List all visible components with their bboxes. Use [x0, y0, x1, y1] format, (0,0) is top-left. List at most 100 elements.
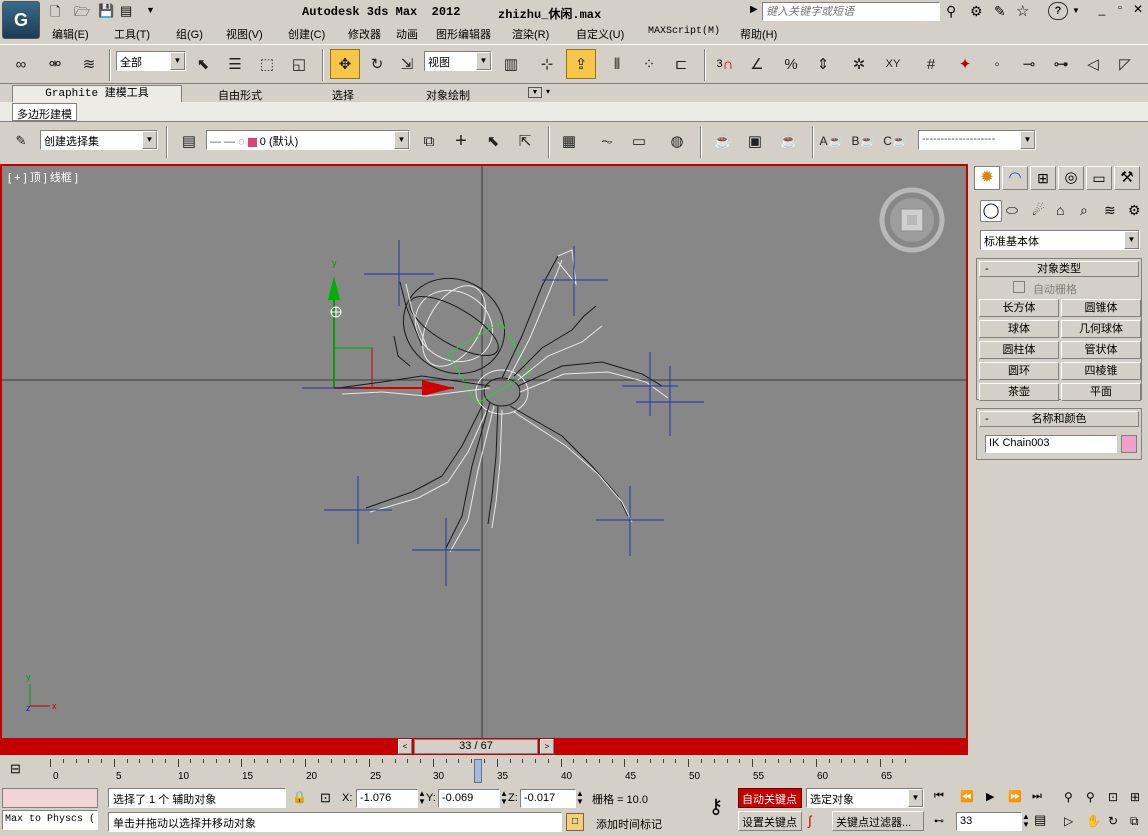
- snap-toggle-icon[interactable]: ✲: [846, 51, 872, 77]
- link-icon[interactable]: ∞: [8, 51, 34, 77]
- menu-edit[interactable]: 编辑(E): [52, 26, 89, 42]
- menu-maxscript[interactable]: MAXScript(M): [648, 26, 720, 37]
- z-spinner-icon[interactable]: ▲ ▼: [576, 790, 584, 806]
- tab-selection[interactable]: 选择: [332, 87, 354, 103]
- cone-button[interactable]: 圆锥体: [1061, 299, 1141, 317]
- snap-3d-icon[interactable]: 3 ∩: [712, 51, 738, 77]
- key-mode-toggle-icon[interactable]: ⊷: [934, 816, 944, 827]
- teapot-button[interactable]: 茶壶: [979, 383, 1059, 401]
- next-frame-icon[interactable]: ⏩: [1008, 790, 1022, 803]
- menu-customize[interactable]: 自定义(U): [576, 26, 624, 42]
- set-key-button[interactable]: 设置关键点: [738, 811, 802, 831]
- tab-freeform[interactable]: 自由形式: [218, 87, 262, 103]
- menu-group[interactable]: 组(G): [176, 26, 203, 42]
- menu-animation[interactable]: 动画: [396, 26, 418, 42]
- play-icon[interactable]: ▶: [986, 790, 994, 803]
- create-new-layer-icon[interactable]: +: [448, 128, 474, 154]
- scene-explorer-icon[interactable]: ▦: [556, 128, 582, 154]
- menu-help[interactable]: 帮助(H): [740, 26, 777, 42]
- reference-coord-dropdown[interactable]: 视图 ▼: [424, 51, 492, 71]
- render-icon[interactable]: ☕: [776, 128, 802, 154]
- render-preset-a-icon[interactable]: A ☕: [818, 128, 844, 154]
- sphere-button[interactable]: 球体: [979, 320, 1059, 338]
- plane-button[interactable]: 平面: [1061, 383, 1141, 401]
- x-coordinate-field[interactable]: -1.076: [356, 789, 418, 808]
- unlink-icon[interactable]: ⚮: [42, 51, 68, 77]
- set-current-layer-icon[interactable]: ⇱: [512, 128, 538, 154]
- edge-snap-icon[interactable]: ⊶: [1048, 51, 1074, 77]
- tab-graphite[interactable]: Graphite 建模工具: [12, 85, 182, 102]
- spacewarps-category-icon[interactable]: ≋: [1104, 202, 1116, 219]
- previous-frame-icon[interactable]: ⏪: [960, 790, 974, 803]
- rectangular-selection-icon[interactable]: ⬚: [254, 51, 280, 77]
- time-slider-thumb[interactable]: 33 / 67: [414, 739, 538, 754]
- menu-rendering[interactable]: 渲染(R): [512, 26, 549, 42]
- add-to-layer-icon[interactable]: ⧉: [416, 128, 442, 154]
- vertex-snap-icon[interactable]: ✦: [952, 51, 978, 77]
- select-manipulate-icon[interactable]: ⊹: [534, 51, 560, 77]
- select-in-layer-icon[interactable]: ⬉: [480, 128, 506, 154]
- zoom-extents-icon[interactable]: ⊡: [1108, 790, 1118, 804]
- viewport-top[interactable]: [ + ] 顶 ] 线框 ] y x z y < 33 / 67 >: [0, 164, 968, 755]
- menu-views[interactable]: 视图(V): [226, 26, 263, 42]
- time-cursor[interactable]: [474, 759, 482, 783]
- zoom-icon[interactable]: ⚲: [1064, 790, 1073, 804]
- select-by-name-icon[interactable]: ☰: [222, 51, 248, 77]
- display-tab-icon[interactable]: ▭: [1086, 166, 1112, 190]
- track-bar[interactable]: ⊟ 0 5 10 15 20 25 30 35 40 45 50 55 60 6…: [0, 757, 968, 785]
- time-configuration-icon[interactable]: ▤: [1034, 812, 1046, 828]
- cylinder-button[interactable]: 圆柱体: [979, 341, 1059, 359]
- zoom-extents-all-icon[interactable]: ⊞: [1130, 790, 1140, 804]
- render-preset-c-icon[interactable]: C ☕: [882, 128, 908, 154]
- render-setup-icon[interactable]: ☕: [710, 128, 736, 154]
- render-preset-b-icon[interactable]: B ☕: [850, 128, 876, 154]
- cameras-category-icon[interactable]: ⌂: [1056, 202, 1064, 218]
- time-next-button[interactable]: >: [540, 739, 554, 754]
- align-icon[interactable]: ⊏: [668, 51, 694, 77]
- x-spinner-icon[interactable]: ▲ ▼: [418, 790, 426, 806]
- layer-manager-icon[interactable]: ▤: [176, 128, 202, 154]
- grid-snap-icon[interactable]: #: [918, 51, 944, 77]
- menu-tools[interactable]: 工具(T): [114, 26, 150, 42]
- dope-sheet-icon[interactable]: ▭: [626, 128, 652, 154]
- menu-modifiers[interactable]: 修改器: [348, 26, 381, 42]
- frame-spinner-icon[interactable]: ▲ ▼: [1022, 813, 1030, 829]
- object-name-field[interactable]: IK Chain003: [985, 435, 1117, 453]
- select-object-icon[interactable]: ⬉: [190, 51, 216, 77]
- tab-object-paint[interactable]: 对象绘制: [426, 87, 470, 103]
- maxscript-listener[interactable]: Max to Physcs (: [2, 810, 98, 830]
- hierarchy-tab-icon[interactable]: ⊞: [1030, 166, 1056, 190]
- percent-snap-icon[interactable]: %: [778, 51, 804, 77]
- primitive-category-dropdown[interactable]: 标准基本体 ▼: [980, 230, 1140, 250]
- track-bar-ruler[interactable]: 0 5 10 15 20 25 30 35 40 45 50 55 60 65: [50, 759, 918, 783]
- systems-category-icon[interactable]: ⚙: [1128, 202, 1141, 219]
- menu-graph-editors[interactable]: 图形编辑器: [436, 26, 491, 42]
- z-coordinate-field[interactable]: -0.017: [520, 789, 576, 808]
- object-type-rollout-header[interactable]: - 对象类型: [979, 261, 1139, 277]
- y-spinner-icon[interactable]: ▲ ▼: [500, 790, 508, 806]
- motion-tab-icon[interactable]: ◎: [1058, 166, 1084, 190]
- select-and-move-icon[interactable]: ✥: [330, 49, 360, 79]
- torus-button[interactable]: 圆环: [979, 362, 1059, 380]
- default-in-out-tangent-icon[interactable]: ∫: [808, 813, 812, 828]
- object-color-swatch[interactable]: [1121, 435, 1137, 453]
- selection-filter-dropdown[interactable]: 全部 ▼: [116, 51, 186, 71]
- endpoint-snap-icon[interactable]: ◦: [984, 51, 1010, 77]
- absolute-mode-icon[interactable]: ⊡: [320, 790, 331, 806]
- material-editor-icon[interactable]: ◍: [664, 128, 690, 154]
- auto-key-button[interactable]: 自动关键点: [738, 788, 802, 808]
- y-coordinate-field[interactable]: -0.069: [438, 789, 500, 808]
- rendered-frame-icon[interactable]: ▣: [742, 128, 768, 154]
- time-prev-button[interactable]: <: [398, 739, 412, 754]
- helpers-category-icon[interactable]: ⌕: [1080, 202, 1088, 219]
- maximize-viewport-icon[interactable]: ⧉: [1130, 814, 1139, 829]
- autogrid-checkbox[interactable]: [1013, 281, 1025, 293]
- key-filters-button[interactable]: 关键点过滤器...: [832, 811, 924, 831]
- angle-snap-icon[interactable]: ∠: [744, 51, 770, 77]
- ribbon-options-icon[interactable]: ▼: [528, 87, 542, 98]
- named-selection-dropdown[interactable]: 创建选择集 ▼: [40, 130, 158, 150]
- geometry-category-icon[interactable]: ◯: [980, 200, 1002, 222]
- utilities-tab-icon[interactable]: ⚒: [1114, 166, 1140, 190]
- pyramid-button[interactable]: 四棱锥: [1061, 362, 1141, 380]
- add-time-tag-icon[interactable]: □: [566, 813, 584, 831]
